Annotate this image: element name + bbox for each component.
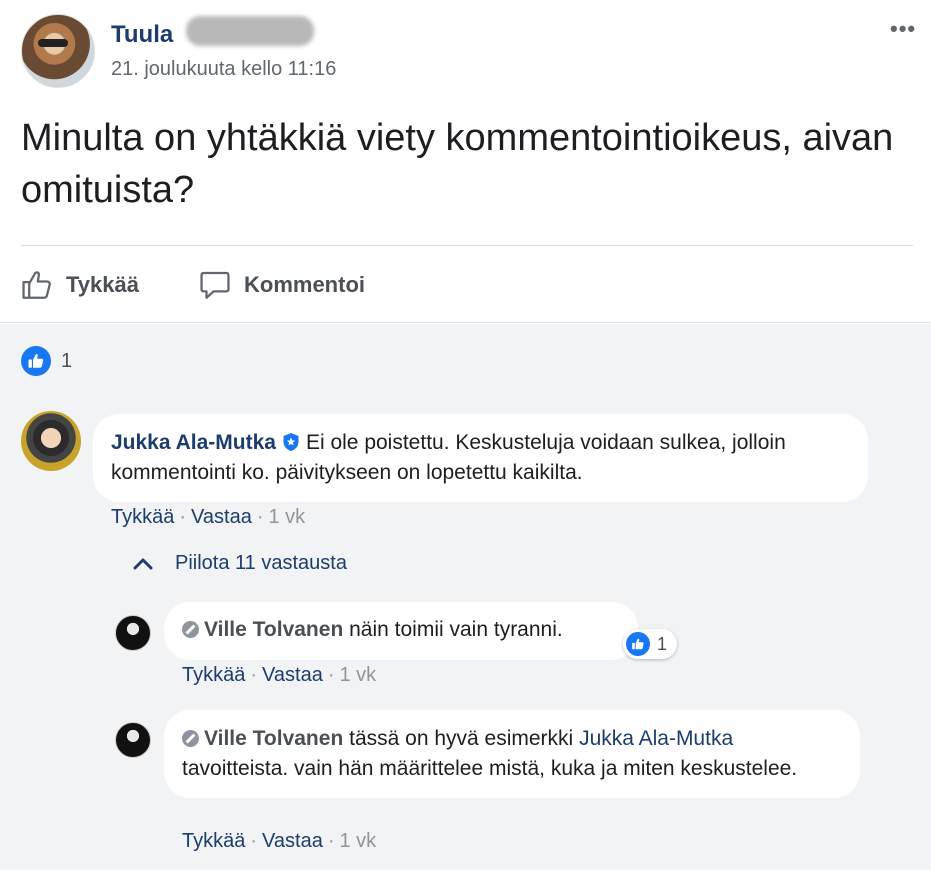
comment-reply-link[interactable]: Vastaa — [191, 506, 252, 528]
comment-bubble: Jukka Ala-Mutka Ei ole poistettu. Keskust… — [93, 414, 868, 502]
mention-link[interactable]: Jukka Ala-Mutka — [579, 727, 733, 750]
blocked-icon — [182, 730, 199, 747]
reaction-summary[interactable]: 1 — [21, 346, 72, 376]
thumbs-up-icon — [22, 271, 51, 299]
comments-section: 1 Jukka Ala-Mutka Ei ole poistettu. Kesku… — [0, 324, 931, 870]
post-text: Minulta on yhtäkkiä viety kommentointioi… — [21, 117, 894, 211]
post-header: Tuula 21. joulukuuta kello 11:16 ••• Min… — [0, 0, 931, 245]
author-avatar[interactable] — [21, 14, 95, 88]
post-timestamp[interactable]: 21. joulukuuta kello 11:16 — [111, 58, 336, 81]
reply-avatar[interactable] — [115, 722, 151, 758]
reply-age[interactable]: 1 vk — [339, 830, 376, 852]
hide-replies-toggle[interactable]: Piilota 11 vastausta — [133, 552, 347, 575]
reply-like-link[interactable]: Tykkää — [182, 664, 245, 686]
reaction-count: 1 — [61, 349, 73, 372]
like-reaction-icon — [626, 632, 650, 656]
more-options-icon[interactable]: ••• — [890, 16, 916, 42]
reply-like-link[interactable]: Tykkää — [182, 830, 245, 852]
reply-bubble: Ville Tolvanen tässä on hyvä esimerkki J… — [164, 710, 860, 798]
post-actions: Tykkää Kommentoi — [0, 246, 931, 323]
reply-author[interactable]: Ville Tolvanen — [204, 618, 343, 641]
reply-meta: Tykkää · Vastaa · 1 vk — [182, 830, 377, 852]
comment-meta: Tykkää · Vastaa · 1 vk — [111, 506, 306, 528]
reply-meta: Tykkää · Vastaa · 1 vk — [182, 664, 377, 686]
reply-text: tässä on hyvä esimerkki — [349, 727, 574, 750]
reply-text-continued: tavoitteista. vain hän määrittelee mistä… — [182, 757, 798, 780]
comment-icon — [200, 271, 230, 299]
hide-replies-label: Piilota 11 vastausta — [175, 552, 347, 574]
like-button[interactable]: Tykkää — [20, 268, 139, 302]
comment-like-link[interactable]: Tykkää — [111, 506, 174, 528]
reply-age[interactable]: 1 vk — [339, 664, 376, 686]
reply-author[interactable]: Ville Tolvanen — [204, 727, 343, 750]
reply-bubble: Ville Tolvanen näin toimii vain tyranni. — [164, 602, 638, 660]
blocked-icon — [182, 621, 199, 638]
reply-reaction-count: 1 — [657, 633, 668, 654]
comment-label: Kommentoi — [244, 272, 365, 297]
reply-reaction-badge[interactable]: 1 — [623, 629, 678, 659]
author-name[interactable]: Tuula — [111, 21, 173, 49]
reply-reply-link[interactable]: Vastaa — [262, 830, 323, 852]
chevron-up-icon — [133, 558, 153, 569]
commenter-avatar[interactable] — [21, 411, 81, 471]
comment-button[interactable]: Kommentoi — [198, 268, 365, 302]
like-reaction-icon — [21, 346, 51, 376]
like-label: Tykkää — [66, 272, 139, 297]
reply-reply-link[interactable]: Vastaa — [262, 664, 323, 686]
comment-age[interactable]: 1 vk — [268, 506, 305, 528]
reply-text: näin toimii vain tyranni. — [349, 618, 563, 641]
commenter-name[interactable]: Jukka Ala-Mutka — [111, 431, 276, 454]
redacted-surname — [186, 16, 314, 46]
verified-shield-icon — [283, 433, 299, 451]
reply-avatar[interactable] — [115, 615, 151, 651]
